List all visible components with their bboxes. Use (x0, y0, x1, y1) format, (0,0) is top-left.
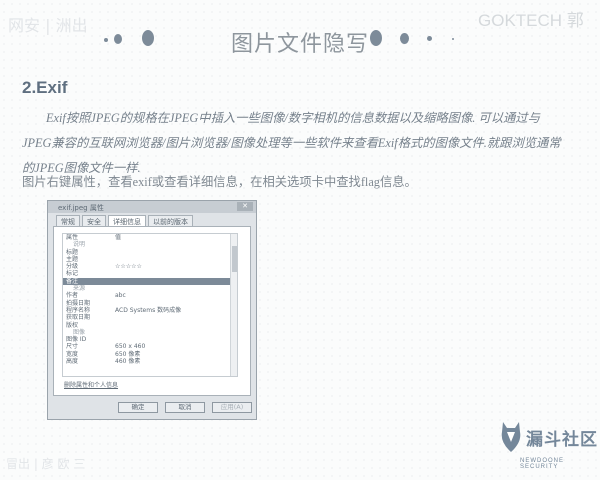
scrollbar-thumb[interactable] (232, 246, 237, 272)
property-row[interactable]: 获取日期 (63, 314, 237, 321)
section-heading: 2.Exif (22, 78, 68, 97)
watermark-bottom: 冒出 | 彦 欧 三 (6, 457, 86, 471)
property-row[interactable]: 标题 (63, 249, 237, 256)
property-name: 尺寸 (66, 343, 79, 351)
cancel-button[interactable]: 取消 (165, 402, 205, 413)
property-value: 460 像素 (115, 358, 141, 366)
logo-subtitle: NEWDOONE SECURITY (520, 458, 564, 470)
property-row[interactable]: 分级 ☆☆☆☆☆ (63, 263, 237, 270)
decor-dot (104, 38, 108, 42)
details-panel: 属性值 说明 标题 主题 分级 ☆☆☆☆☆ 标记 备注 来源 作者 abc 拍摄日期 程序名称 ACD … (53, 226, 251, 396)
property-value: 650 x 460 (115, 343, 146, 351)
property-row[interactable]: 作者 abc (63, 292, 237, 299)
section-row[interactable]: 说明 (63, 241, 237, 248)
section-paragraph: Exif按照JPEG的规格在JPEG中插入一些图像/数字相机的信息数据以及缩略图… (22, 111, 561, 175)
property-name: 拍摄日期 (66, 299, 91, 307)
dialog-titlebar: exif.jpeg 属性 (48, 201, 256, 213)
property-name: 标记 (66, 270, 79, 278)
property-name: 说明 (73, 241, 86, 249)
property-name: 获取日期 (66, 314, 91, 322)
property-list[interactable]: 属性值 说明 标题 主题 分级 ☆☆☆☆☆ 标记 备注 来源 作者 abc 拍摄日期 程序名称 ACD … (62, 233, 238, 377)
decor-dot (114, 34, 122, 44)
property-value: ACD Systems 数码成像 (115, 306, 182, 314)
property-row[interactable]: 图像 ID (63, 336, 237, 343)
property-value: ☆☆☆☆☆ (115, 263, 142, 271)
remove-properties-link[interactable]: 删除属性和个人信息 (64, 380, 118, 389)
property-name: 版权 (66, 321, 79, 329)
scrollbar[interactable] (230, 234, 237, 376)
property-row[interactable]: 备注 (63, 277, 237, 286)
property-name: 作者 (66, 292, 79, 300)
properties-dialog: exif.jpeg 属性 ✕ 常规 安全 详细信息 以前的版本 属性值 说明 标题 主题分… (47, 200, 257, 420)
logo-text: 漏斗社区 (526, 429, 598, 450)
property-name: 宽度 (66, 350, 79, 358)
section-row[interactable]: 来源 (63, 285, 237, 292)
property-row[interactable]: 尺寸 650 x 460 (63, 343, 237, 350)
instruction-text: 图片右键属性，查看exif或查看详细信息，在相关选项卡中查找flag信息。 (22, 175, 417, 189)
property-value: 650 像素 (115, 350, 141, 358)
property-row[interactable]: 高度 460 像素 (63, 358, 237, 365)
decor-dot (400, 33, 409, 44)
ok-button[interactable]: 确定 (118, 402, 158, 413)
property-row[interactable]: 拍摄日期 (63, 300, 237, 307)
property-value: abc (115, 292, 126, 300)
close-button[interactable]: ✕ (237, 202, 253, 211)
section-row[interactable]: 图像 (63, 329, 237, 336)
property-row[interactable]: 宽度 650 像素 (63, 351, 237, 358)
property-row[interactable]: 标记 (63, 270, 237, 277)
header-value[interactable]: 值 (115, 234, 121, 241)
property-row[interactable]: 版权 (63, 322, 237, 329)
slide-title: 图片文件隐写 (230, 32, 369, 57)
decor-dot (142, 30, 154, 46)
shield-logo-icon (501, 422, 521, 452)
property-name: 备注 (66, 277, 79, 285)
property-name: 标题 (66, 248, 79, 256)
property-name: 高度 (66, 358, 79, 366)
header-property[interactable]: 属性 (63, 234, 115, 241)
decor-dot (370, 30, 382, 46)
decor-dot (427, 36, 432, 41)
decor-dot (452, 38, 454, 40)
list-header: 属性值 (63, 234, 237, 241)
logo: 漏斗社区 (500, 420, 598, 454)
property-row[interactable]: 主题 (63, 256, 237, 263)
apply-button[interactable]: 应用(A) (212, 402, 252, 413)
